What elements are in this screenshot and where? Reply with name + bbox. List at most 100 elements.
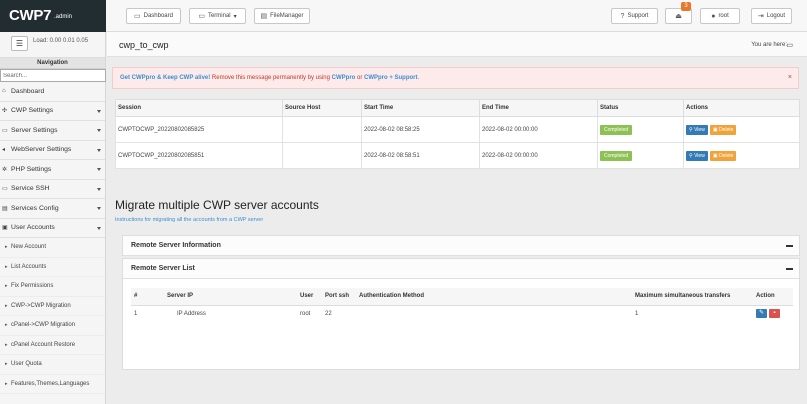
- server-load-text: Load: 0.00 0.01 0.05: [33, 38, 89, 44]
- source-host-cell: [282, 116, 362, 143]
- session-cell: CWPTOCWP_20220802085825: [115, 116, 283, 143]
- sidebar-item-server-settings[interactable]: ▭ Server Settings: [0, 121, 105, 141]
- user-name: root: [718, 13, 729, 19]
- question-icon: ?: [620, 12, 625, 20]
- sidebar-item-label: User Accounts: [11, 224, 55, 232]
- server-ip-cell: IP Address: [164, 305, 297, 322]
- menu-toggle-button[interactable]: ☰: [11, 36, 28, 51]
- sidebar-subitem-cpanel-account-restore[interactable]: ▸ cPanel Account Restore: [0, 336, 105, 355]
- edit-button[interactable]: ✎: [756, 309, 767, 319]
- status-cell: Completed: [597, 142, 684, 169]
- sidebar: ☰ Load: 0.00 0.01 0.05 Navigation ⌂ Dash…: [0, 32, 106, 404]
- panel-title: Remote Server List: [131, 265, 195, 272]
- delete-button[interactable]: ▪: [769, 309, 780, 319]
- panel-header[interactable]: Remote Server Information: [123, 236, 799, 256]
- logout-button[interactable]: ⇥ Logout: [751, 8, 792, 24]
- number-cell: 1: [134, 310, 138, 317]
- table-row: 1 IP Address root 22 1 ✎ ▪: [131, 305, 793, 322]
- chevron-down-icon: ▾: [233, 13, 237, 20]
- sidebar-search-input[interactable]: [0, 69, 106, 82]
- sidebar-subitem-cwp-cwp-migration[interactable]: ▸ CWP->CWP Migration: [0, 297, 105, 316]
- caret-down-icon: [97, 187, 101, 191]
- view-button[interactable]: ⚲ View: [686, 150, 708, 161]
- view-button-label: View: [694, 126, 705, 133]
- sidebar-item-dashboard[interactable]: ⌂ Dashboard: [0, 82, 105, 102]
- dashboard-button[interactable]: ▭ Dashboard: [126, 8, 181, 24]
- server-load: ☰ Load: 0.00 0.01 0.05: [0, 32, 105, 58]
- sidebar-subitem-label: New Account: [11, 244, 47, 251]
- breadcrumb: You are here:: [751, 42, 787, 48]
- sidebar-item-php-settings[interactable]: ✲ PHP Settings: [0, 160, 105, 180]
- source-host-cell: [282, 142, 362, 169]
- collapse-icon[interactable]: [786, 268, 793, 270]
- column-header: End Time: [479, 99, 598, 117]
- status-badge: Completed: [600, 150, 633, 161]
- status-cell: Completed: [597, 116, 684, 143]
- sidebar-item-cwp-settings[interactable]: ✣ CWP Settings: [0, 102, 105, 121]
- navigation-title: Navigation: [0, 58, 105, 69]
- user-cell: root: [300, 310, 311, 317]
- column-header: Session: [115, 99, 283, 117]
- terminal-button[interactable]: ▭ Terminal ▾: [189, 8, 246, 24]
- sidebar-subitem-label: List Accounts: [11, 263, 47, 270]
- sidebar-subitem-new-account[interactable]: ▸ New Account: [0, 238, 105, 258]
- cwppro-link[interactable]: CWPpro: [332, 75, 356, 81]
- delete-button[interactable]: ▣ Delete: [709, 150, 737, 161]
- delete-button[interactable]: ▣ Delete: [709, 124, 737, 135]
- home-icon: ⌂: [2, 88, 6, 95]
- sidebar-item-label: Service SSH: [11, 185, 50, 193]
- sidebar-subitem-label: Fix Permissions: [11, 283, 54, 290]
- edit-icon: ✎: [758, 310, 765, 317]
- filemanager-button[interactable]: ▤ FileManager: [254, 8, 310, 24]
- actions-cell: ⚲ View ▣ Delete: [683, 116, 800, 143]
- table-header-row: # Server IP User Port ssh Authentication…: [131, 288, 793, 306]
- panel-title: Remote Server Information: [131, 242, 221, 249]
- table-row: CWPTOCWP_20220802085825 2022-08-02 08:58…: [115, 116, 800, 143]
- column-header: Start Time: [361, 99, 480, 117]
- sidebar-subitem-list-accounts[interactable]: ▸ List Accounts: [0, 258, 105, 277]
- sidebar-subitem-label: cPanel->CWP Migration: [11, 322, 76, 329]
- sidebar-item-webserver-settings[interactable]: ◂ WebServer Settings: [0, 141, 105, 160]
- column-header: Action: [753, 288, 793, 306]
- sidebar-item-user-accounts[interactable]: ▣ User Accounts: [0, 219, 105, 238]
- alert-title: Get CWPpro & Keep CWP alive!: [120, 75, 211, 81]
- trash-icon: ▪: [773, 310, 776, 317]
- brand-suffix: .admin: [54, 14, 73, 20]
- start-time-cell: 2022-08-02 08:58:25: [361, 116, 480, 143]
- collapse-icon[interactable]: [786, 245, 793, 247]
- auth-method-cell: [356, 305, 632, 322]
- column-header: Server IP: [164, 288, 297, 306]
- globe-icon: ◂: [2, 147, 6, 154]
- sidebar-item-services-config[interactable]: ▤ Services Config: [0, 199, 105, 219]
- remote-server-table: # Server IP User Port ssh Authentication…: [131, 288, 793, 322]
- monitor-icon[interactable]: ▭: [786, 41, 793, 49]
- delete-button-label: Delete: [718, 152, 734, 159]
- view-button[interactable]: ⚲ View: [686, 124, 708, 135]
- user-icon: ▣: [2, 225, 8, 232]
- cwppro-support-link[interactable]: CWPpro + Support: [364, 75, 418, 81]
- sidebar-subitem-features-themes-languages[interactable]: ▸ Features,Themes,Languages: [0, 375, 105, 394]
- actions-cell: ⚲ View ▣ Delete: [683, 142, 800, 169]
- port-cell: 22: [325, 310, 332, 317]
- migrate-instructions-link[interactable]: Instructions for migrating all the accou…: [115, 217, 263, 223]
- column-header: Status: [597, 99, 684, 117]
- brand-logo[interactable]: CWP7 .admin: [0, 0, 106, 32]
- logout-icon: ⇥: [757, 13, 764, 20]
- column-header: Actions: [683, 99, 800, 117]
- support-button[interactable]: ? Support: [611, 8, 658, 24]
- caret-down-icon: [97, 129, 101, 132]
- sidebar-subitem-fix-permissions[interactable]: ▸ Fix Permissions: [0, 277, 105, 297]
- remote-server-list-panel: Remote Server List # Server IP User Port…: [122, 258, 800, 370]
- sidebar-subitem-user-quota[interactable]: ▸ User Quota: [0, 355, 105, 375]
- sidebar-item-service-ssh[interactable]: ▭ Service SSH: [0, 180, 105, 199]
- panel-header[interactable]: Remote Server List: [123, 259, 799, 279]
- top-bar: CWP7 .admin ▭ Dashboard ▭ Terminal ▾ ▤ F…: [0, 0, 807, 32]
- user-menu-button[interactable]: ● root: [700, 8, 740, 24]
- sidebar-subitem-cpanel-cwp-migration[interactable]: ▸ cPanel->CWP Migration: [0, 316, 105, 336]
- delete-button-label: Delete: [718, 126, 734, 133]
- wrench-icon: ✣: [2, 108, 8, 115]
- logout-button-label: Logout: [766, 13, 786, 19]
- main-content: cwp_to_cwp You are here: ▭ Get CWPpro & …: [107, 32, 807, 404]
- user-icon: ●: [711, 12, 716, 20]
- close-icon[interactable]: ×: [788, 68, 792, 88]
